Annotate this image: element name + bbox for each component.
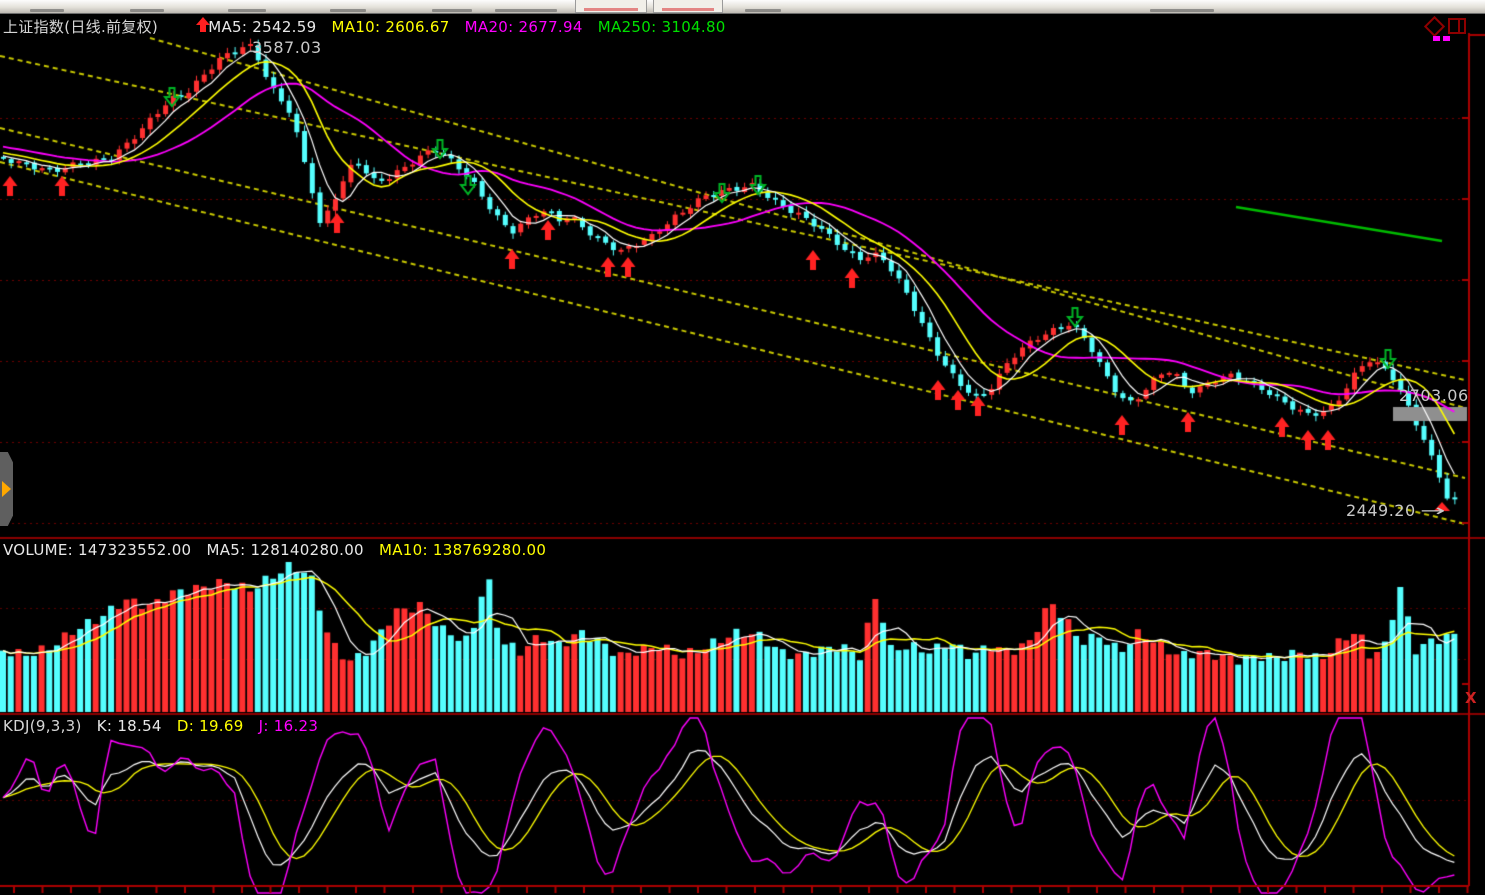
quote-text xyxy=(662,8,714,11)
toolbar-menu-item[interactable] xyxy=(30,9,64,12)
kdj-header: KDJ(9,3,3) K: 18.54 D: 19.69 J: 16.23 xyxy=(3,717,328,735)
right-arrow-icon: → xyxy=(1420,501,1446,520)
split-window-icon[interactable] xyxy=(1448,18,1466,34)
volume-ma5-value: MA5: 128140280.00 xyxy=(206,541,363,559)
ma20-value: MA20: 2677.94 xyxy=(465,18,583,36)
marked-price-label: 2703.06 xyxy=(1399,386,1469,405)
peak-price-label: 3587.03 xyxy=(252,38,322,57)
trend-up-arrow-icon xyxy=(196,17,210,32)
volume-ma10-value: MA10: 138769280.00 xyxy=(379,541,546,559)
kdj-title: KDJ(9,3,3) xyxy=(3,717,82,735)
volume-header: VOLUME: 147323552.00 MA5: 128140280.00 M… xyxy=(3,541,556,559)
arrow-stem xyxy=(200,25,206,32)
expand-right-icon xyxy=(2,481,11,497)
kdj-k-value: K: 18.54 xyxy=(97,717,162,735)
sidebar-expander-tab[interactable] xyxy=(0,452,13,526)
main-chart-header: 上证指数(日线.前复权) MA5: 2542.59 MA10: 2606.67 … xyxy=(3,16,736,37)
toolbar-menu-item[interactable] xyxy=(330,9,366,12)
chart-canvas[interactable] xyxy=(0,0,1485,895)
ma250-value: MA250: 3104.80 xyxy=(598,18,726,36)
volume-value: VOLUME: 147323552.00 xyxy=(3,541,191,559)
toolbar-menu-item[interactable] xyxy=(432,9,472,12)
highlight-dot xyxy=(1443,36,1450,41)
highlight-dot xyxy=(1433,36,1440,41)
toolbar-menu-item[interactable] xyxy=(495,9,557,12)
app-window: 上证指数(日线.前复权) MA5: 2542.59 MA10: 2606.67 … xyxy=(0,0,1485,895)
toolbar-menu-item[interactable] xyxy=(130,9,164,12)
toolbar-menu-item[interactable] xyxy=(228,9,266,12)
kdj-j-value: J: 16.23 xyxy=(259,717,319,735)
toolbar-status-text xyxy=(1150,9,1214,12)
symbol-title: 上证指数(日线.前复权) xyxy=(3,18,158,36)
low-price-value: 2449.20 xyxy=(1346,501,1416,520)
toolbar-menu-item[interactable] xyxy=(745,9,781,12)
window-divider xyxy=(1458,20,1460,32)
toolbar-quote-button[interactable] xyxy=(575,0,647,13)
low-price-label: 2449.20 → xyxy=(1346,501,1434,520)
close-indicator-button[interactable]: X xyxy=(1465,689,1477,707)
ma10-value: MA10: 2606.67 xyxy=(332,18,450,36)
arrow-head xyxy=(196,17,210,25)
quote-text xyxy=(584,8,638,11)
kdj-d-value: D: 19.69 xyxy=(177,717,244,735)
toolbar xyxy=(0,0,1485,14)
ma5-value: MA5: 2542.59 xyxy=(208,18,316,36)
toolbar-quote-button[interactable] xyxy=(653,0,723,13)
